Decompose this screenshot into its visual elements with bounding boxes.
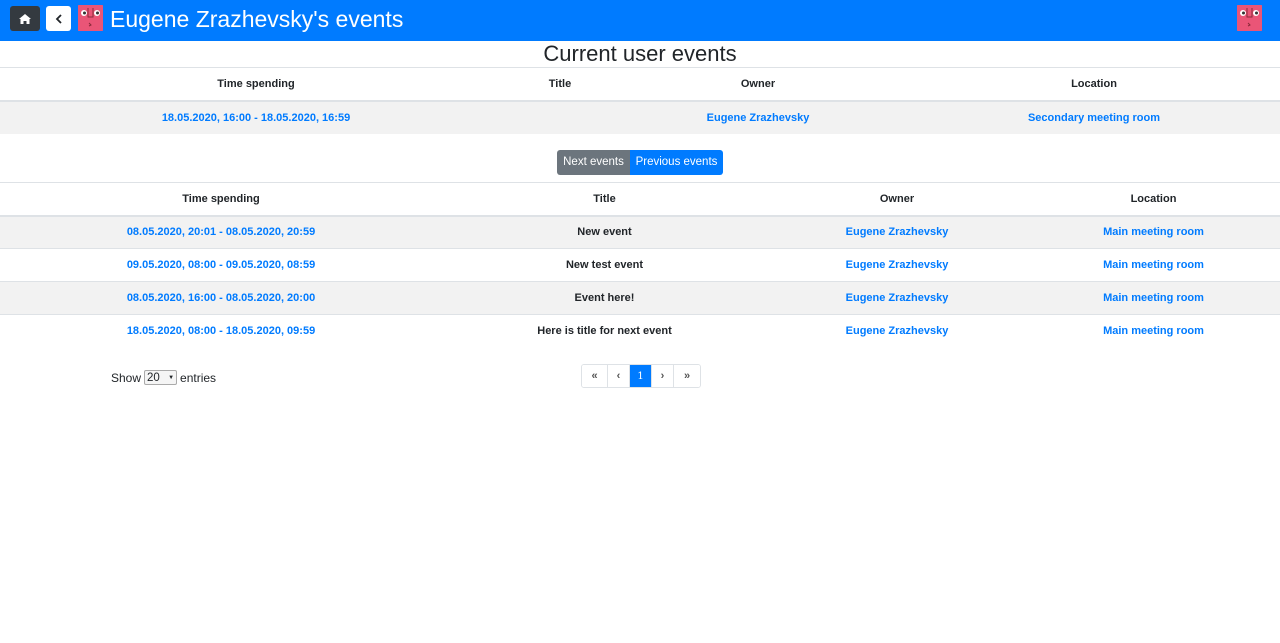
event-location-link[interactable]: Main meeting room	[1027, 215, 1280, 249]
last-page-button[interactable]: »	[674, 365, 700, 387]
events-toggle-group: Next events Previous events	[557, 150, 723, 175]
event-location-link[interactable]: Main meeting room	[1027, 281, 1280, 315]
chevron-left-icon: ‹	[616, 370, 621, 382]
column-header-time: Time spending	[0, 182, 442, 217]
event-time-link[interactable]: 18.05.2020, 16:00 - 18.05.2020, 16:59	[0, 100, 512, 134]
show-entries-control: Show 20 ▼ entries	[111, 370, 216, 385]
event-owner-link[interactable]: Eugene Zrazhevsky	[767, 248, 1027, 282]
event-title: New test event	[442, 248, 767, 282]
entries-select[interactable]: 20 ▼	[144, 370, 178, 385]
profile-avatar[interactable]	[1237, 5, 1262, 31]
current-events-table: Time spending Title Owner Location 18.05…	[0, 67, 1280, 134]
double-chevron-left-icon: «	[591, 370, 598, 382]
dropdown-arrow-icon: ▼	[168, 374, 175, 381]
column-header-location: Location	[1027, 182, 1280, 217]
page-title: Current user events	[543, 41, 737, 66]
previous-events-button[interactable]: Previous events	[630, 150, 723, 175]
event-owner-link[interactable]: Eugene Zrazhevsky	[767, 314, 1027, 348]
next-events-button[interactable]: Next events	[557, 150, 630, 175]
table-row: 08.05.2020, 16:00 - 08.05.2020, 20:00 Ev…	[0, 281, 1280, 315]
event-title: Event here!	[442, 281, 767, 315]
table-row: 08.05.2020, 20:01 - 08.05.2020, 20:59 Ne…	[0, 215, 1280, 249]
event-owner-link[interactable]: Eugene Zrazhevsky	[767, 281, 1027, 315]
home-button[interactable]	[10, 6, 40, 31]
entries-label: entries	[180, 370, 217, 385]
back-button[interactable]	[46, 6, 71, 31]
home-icon	[19, 13, 31, 24]
column-header-title: Title	[442, 182, 767, 217]
column-header-title: Title	[512, 67, 608, 102]
next-page-button[interactable]: ›	[652, 365, 674, 387]
page-number-button[interactable]: 1	[630, 365, 652, 387]
chevron-left-icon	[55, 13, 62, 24]
navbar-title: Eugene Zrazhevsky's events	[110, 6, 404, 32]
double-chevron-right-icon: »	[683, 370, 691, 382]
user-avatar	[78, 5, 103, 31]
event-time-link[interactable]: 09.05.2020, 08:00 - 09.05.2020, 08:59	[0, 248, 442, 282]
chevron-right-icon: ›	[660, 370, 665, 382]
events-table: Time spending Title Owner Location 08.05…	[0, 182, 1280, 348]
event-location-link[interactable]: Secondary meeting room	[908, 100, 1280, 134]
column-header-location: Location	[908, 67, 1280, 102]
event-time-link[interactable]: 18.05.2020, 08:00 - 18.05.2020, 09:59	[0, 314, 442, 348]
show-label: Show	[111, 370, 142, 385]
event-time-link[interactable]: 08.05.2020, 20:01 - 08.05.2020, 20:59	[0, 215, 442, 249]
event-location-link[interactable]: Main meeting room	[1027, 314, 1280, 348]
pagination: « ‹ 1 › »	[581, 364, 701, 388]
table-row: 09.05.2020, 08:00 - 09.05.2020, 08:59 Ne…	[0, 248, 1280, 282]
column-header-owner: Owner	[767, 182, 1027, 217]
event-time-link[interactable]: 08.05.2020, 16:00 - 08.05.2020, 20:00	[0, 281, 442, 315]
entries-selected-value: 20	[147, 371, 160, 384]
column-header-owner: Owner	[608, 67, 908, 102]
previous-page-button[interactable]: ‹	[608, 365, 630, 387]
event-owner-link[interactable]: Eugene Zrazhevsky	[608, 100, 908, 134]
event-location-link[interactable]: Main meeting room	[1027, 248, 1280, 282]
navbar: Eugene Zrazhevsky's events	[0, 0, 1280, 41]
first-page-button[interactable]: «	[582, 365, 608, 387]
event-title	[512, 100, 608, 134]
table-row: 18.05.2020, 08:00 - 18.05.2020, 09:59 He…	[0, 314, 1280, 348]
event-title: Here is title for next event	[442, 314, 767, 348]
event-title: New event	[442, 215, 767, 249]
table-row: 18.05.2020, 16:00 - 18.05.2020, 16:59 Eu…	[0, 100, 1280, 134]
event-owner-link[interactable]: Eugene Zrazhevsky	[767, 215, 1027, 249]
column-header-time: Time spending	[0, 67, 512, 102]
